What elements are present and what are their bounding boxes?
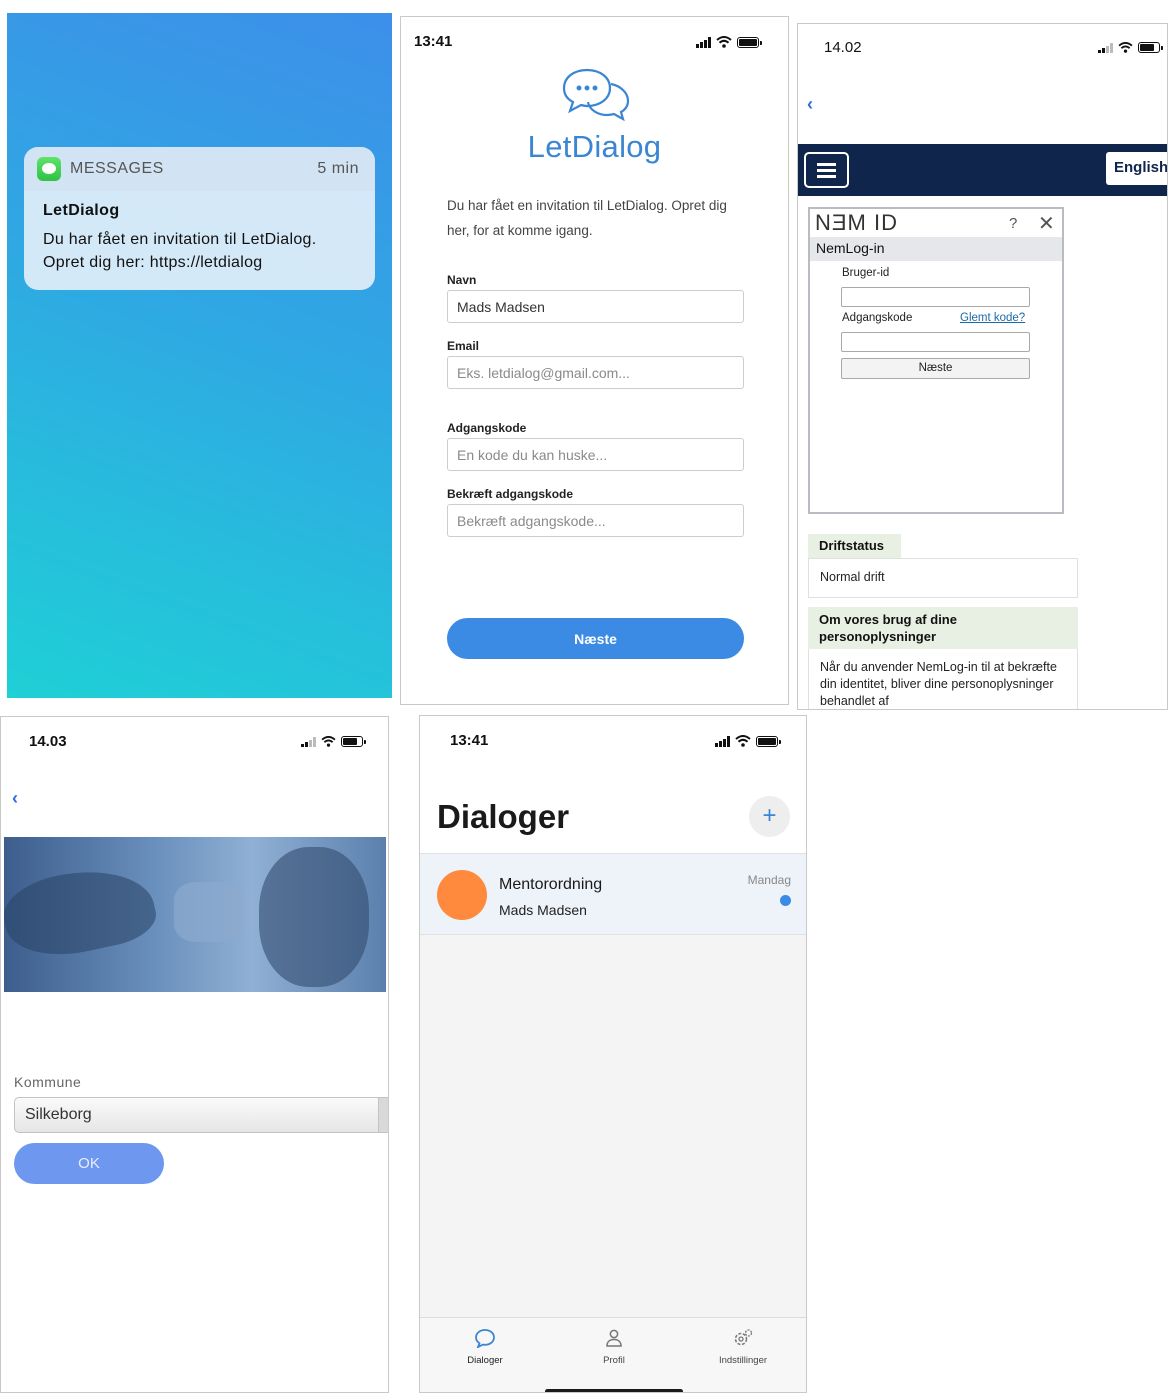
brand-name: LetDialog bbox=[527, 129, 662, 164]
signal-icon bbox=[301, 736, 316, 747]
tab-label: Dialoger bbox=[467, 1355, 503, 1366]
tab-label: Indstillinger bbox=[718, 1355, 768, 1366]
notification-app-name: MESSAGES bbox=[70, 160, 164, 177]
status-time: 14.03 bbox=[29, 733, 67, 750]
tab-bar: Dialoger Profil Indstillinger bbox=[420, 1317, 806, 1392]
wifi-icon bbox=[716, 36, 732, 48]
privacy-text: Når du anvender NemLog-in til at bekræft… bbox=[808, 649, 1078, 709]
status-time: 14.02 bbox=[824, 39, 862, 56]
confirm-password-input[interactable] bbox=[447, 504, 744, 537]
dialog-list-item[interactable]: Mentorordning Mads Madsen Mandag bbox=[420, 853, 806, 935]
tab-label: Profil bbox=[603, 1355, 625, 1366]
notification-body: LetDialog Du har fået en invitation til … bbox=[24, 191, 375, 285]
hamburger-menu-icon[interactable] bbox=[804, 152, 849, 188]
privacy-heading: Om vores brug af dine personoplysninger bbox=[808, 607, 1078, 649]
nemid-login-box: NƎM ID ? ✕ NemLog-in Bruger-id Adgangsko… bbox=[808, 207, 1064, 514]
header-area: 13:41 Dialoger + bbox=[420, 716, 806, 853]
invitation-text: Du har fået en invitation til LetDialog.… bbox=[447, 198, 727, 238]
message-notification[interactable]: MESSAGES 5 min LetDialog Du har fået en … bbox=[24, 147, 375, 290]
status-icons bbox=[696, 36, 762, 48]
status-icons bbox=[301, 736, 366, 747]
unread-dot-icon bbox=[780, 895, 791, 906]
wifi-icon bbox=[735, 735, 751, 747]
chat-bubbles-logo-icon bbox=[561, 67, 631, 126]
name-label: Navn bbox=[447, 273, 477, 287]
wifi-icon bbox=[321, 736, 336, 747]
email-input[interactable] bbox=[447, 356, 744, 389]
status-time: 13:41 bbox=[414, 33, 453, 50]
nemid-logo: NƎM ID bbox=[815, 210, 898, 235]
nemlogin-subtitle: NemLog-in bbox=[810, 237, 1062, 261]
password-input[interactable] bbox=[841, 332, 1030, 352]
language-button[interactable]: English bbox=[1106, 152, 1167, 185]
dialog-participant: Mads Madsen bbox=[499, 902, 587, 918]
municipality-select[interactable]: Silkeborg bbox=[14, 1097, 388, 1133]
password-input[interactable] bbox=[447, 438, 744, 471]
next-button[interactable]: Næste bbox=[447, 618, 744, 659]
status-icons bbox=[715, 735, 781, 747]
add-dialog-button[interactable]: + bbox=[749, 796, 790, 837]
tab-indstillinger[interactable]: Indstillinger bbox=[693, 1328, 793, 1366]
person-icon bbox=[606, 1329, 622, 1347]
signup-screen: 13:41 LetDialog Du har fået en invitatio… bbox=[400, 16, 789, 705]
battery-icon bbox=[1138, 42, 1163, 53]
notification-time: 5 min bbox=[317, 160, 359, 177]
lockscreen-panel: MESSAGES 5 min LetDialog Du har fået en … bbox=[7, 13, 392, 698]
municipality-screen: 14.03 ‹ Kommune Silkeborg OK bbox=[0, 716, 389, 1393]
back-chevron-icon[interactable]: ‹ bbox=[807, 94, 813, 115]
dialogs-screen: 13:41 Dialoger + Mentorordning Mads Mads… bbox=[419, 715, 807, 1393]
password-label: Adgangskode bbox=[842, 312, 913, 324]
home-indicator bbox=[545, 1389, 683, 1392]
dialog-time: Mandag bbox=[747, 873, 791, 887]
driftstatus-heading: Driftstatus bbox=[808, 534, 901, 558]
dialog-title: Mentorordning bbox=[499, 876, 603, 893]
gear-icon bbox=[734, 1329, 753, 1346]
back-chevron-icon[interactable]: ‹ bbox=[12, 788, 18, 809]
tab-dialoger[interactable]: Dialoger bbox=[435, 1328, 535, 1366]
notification-text: Du har fået en invitation til LetDialog.… bbox=[43, 231, 317, 271]
hero-photo bbox=[4, 837, 386, 992]
email-label: Email bbox=[447, 339, 480, 353]
notification-header: MESSAGES 5 min bbox=[24, 147, 375, 191]
battery-icon bbox=[737, 36, 762, 48]
forgot-password-link[interactable]: Glemt kode? bbox=[960, 312, 1025, 324]
user-id-label: Bruger-id bbox=[842, 267, 890, 279]
user-id-input[interactable] bbox=[841, 287, 1030, 307]
help-icon[interactable]: ? bbox=[1009, 215, 1017, 232]
signal-icon bbox=[1098, 42, 1113, 53]
confirm-password-label: Bekræft adgangskode bbox=[447, 487, 574, 501]
battery-icon bbox=[341, 736, 366, 747]
municipality-label: Kommune bbox=[14, 1074, 82, 1090]
nemid-next-button[interactable]: Næste bbox=[841, 358, 1030, 379]
wifi-icon bbox=[1118, 42, 1133, 53]
signal-icon bbox=[696, 36, 711, 48]
battery-icon bbox=[756, 735, 781, 747]
avatar bbox=[437, 870, 487, 920]
password-label: Adgangskode bbox=[447, 421, 527, 435]
status-time: 13:41 bbox=[450, 732, 489, 749]
tab-profil[interactable]: Profil bbox=[564, 1328, 664, 1366]
nemid-login-screen: 14.02 ‹ English NƎM ID ? ✕ NemLog-in Bru… bbox=[797, 23, 1168, 710]
driftstatus-value: Normal drift bbox=[808, 558, 1078, 598]
page-title: Dialoger bbox=[437, 798, 570, 835]
status-icons bbox=[1098, 42, 1163, 53]
top-navbar: English bbox=[798, 144, 1167, 196]
notification-title: LetDialog bbox=[43, 202, 120, 219]
name-input[interactable] bbox=[447, 290, 744, 323]
close-icon[interactable]: ✕ bbox=[1038, 211, 1055, 236]
chat-bubble-icon bbox=[475, 1329, 495, 1349]
signal-icon bbox=[715, 735, 730, 747]
messages-app-icon bbox=[37, 157, 61, 181]
ok-button[interactable]: OK bbox=[14, 1143, 164, 1184]
